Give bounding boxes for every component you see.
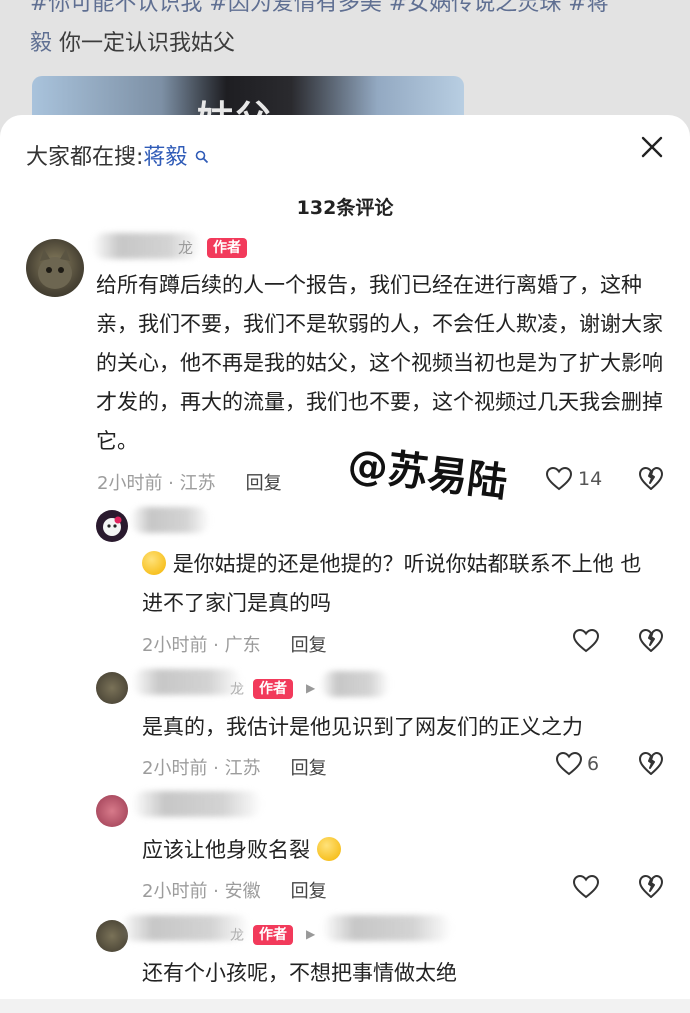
username-suffix[interactable]: 龙 xyxy=(178,237,193,258)
broken-heart-icon[interactable] xyxy=(638,751,664,777)
reply-button[interactable]: 回复 xyxy=(291,758,327,779)
video-caption: #你可能不认识我 #因为爱情有多美 #女娲传说之灵珠 #蒋 毅 你一定认识我姑父 xyxy=(30,0,670,64)
avatar[interactable] xyxy=(96,672,128,704)
comment-text: 应该让他身败名裂 xyxy=(142,831,662,870)
comment-text-body: 是你姑提的还是他提的？听说你姑都联系不上他 也进不了家门是真的吗 xyxy=(142,552,642,615)
username-suffix[interactable]: 龙 xyxy=(230,925,244,945)
crying-laughing-emoji-icon xyxy=(316,837,341,861)
broken-heart-icon[interactable] xyxy=(638,466,664,492)
avatar[interactable] xyxy=(96,510,128,542)
surprised-emoji-icon xyxy=(142,551,166,575)
reply-arrow-icon: ▶ xyxy=(306,681,316,695)
reply-target-blurred[interactable] xyxy=(320,671,390,697)
heart-icon[interactable] xyxy=(572,628,600,654)
comment-time-location: 2小时前 · 江苏 xyxy=(142,758,261,779)
comment-count-title: 132条评论 xyxy=(296,197,394,219)
bottom-input-bar[interactable] xyxy=(0,999,690,1013)
username-blurred[interactable] xyxy=(132,669,242,695)
caption-text: 你一定认识我姑父 xyxy=(52,31,236,56)
hashtags-line1[interactable]: #你可能不认识我 #因为爱情有多美 #女娲传说之灵珠 #蒋 xyxy=(30,0,609,16)
reply-button[interactable]: 回复 xyxy=(291,635,327,656)
reply-button[interactable]: 回复 xyxy=(291,881,327,902)
author-badge: 作者 xyxy=(207,238,247,258)
comments-sheet: 大家都在搜:蒋毅 132条评论 龙 作者 给所有蹲后续的人一个报告，我们已经在进… xyxy=(0,115,690,1013)
comment-time-location: 2小时前 · 安徽 xyxy=(142,881,261,902)
like-count: 6 xyxy=(587,753,600,775)
author-badge: 作者 xyxy=(253,679,293,699)
reply-button[interactable]: 回复 xyxy=(246,473,282,494)
comment-time-location: 2小时前 · 江苏 xyxy=(97,473,216,494)
search-suggestion[interactable]: 大家都在搜:蒋毅 xyxy=(26,139,209,171)
hashtag-continuation[interactable]: 毅 xyxy=(30,31,52,56)
reply-arrow-icon: ▶ xyxy=(306,927,316,941)
username-blurred[interactable] xyxy=(132,791,262,817)
broken-heart-icon[interactable] xyxy=(638,628,664,654)
username-suffix[interactable]: 龙 xyxy=(230,679,244,699)
comment-text: 给所有蹲后续的人一个报告，我们已经在进行离婚了，这种亲，我们不要，我们不是软弱的… xyxy=(96,273,663,453)
broken-heart-icon[interactable] xyxy=(638,874,664,900)
avatar[interactable] xyxy=(96,795,128,827)
avatar[interactable] xyxy=(26,239,84,297)
comment-meta: 2小时前 · 广东 回复 xyxy=(142,631,327,657)
close-icon[interactable] xyxy=(638,133,666,161)
comment-text: 是你姑提的还是他提的？听说你姑都联系不上他 也进不了家门是真的吗 xyxy=(142,545,662,623)
comment-text: 是真的，我估计是他见识到了网友们的正义之力 xyxy=(142,715,583,739)
heart-icon[interactable] xyxy=(545,466,573,492)
comment-text: 还有个小孩呢，不想把事情做太绝 xyxy=(142,961,457,985)
reply-target-blurred[interactable] xyxy=(322,915,452,941)
comment-time-location: 2小时前 · 广东 xyxy=(142,635,261,656)
search-suggestion-label: 大家都在搜: xyxy=(26,145,144,170)
username-blurred[interactable] xyxy=(130,507,210,533)
comment-meta: 2小时前 · 江苏 回复 xyxy=(97,469,282,495)
like-count: 14 xyxy=(578,468,603,490)
comment-text-body: 应该让他身败名裂 xyxy=(142,838,310,862)
search-icon xyxy=(189,149,208,168)
heart-icon[interactable] xyxy=(555,751,583,777)
author-badge: 作者 xyxy=(253,925,293,945)
comment-meta: 2小时前 · 江苏 回复 xyxy=(142,754,327,780)
heart-icon[interactable] xyxy=(572,874,600,900)
search-suggestion-keyword[interactable]: 蒋毅 xyxy=(143,145,187,170)
comment-meta: 2小时前 · 安徽 回复 xyxy=(142,877,327,903)
